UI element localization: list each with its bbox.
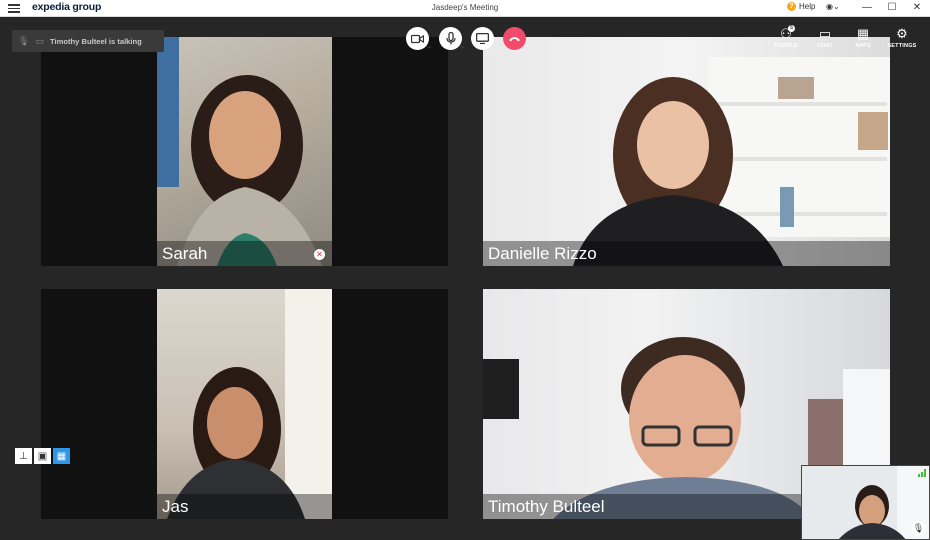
maximize-button[interactable]: ☐ bbox=[880, 0, 904, 17]
talking-indicator: 🎙 ▭ Timothy Bulteel is talking bbox=[12, 30, 164, 52]
apps-icon: ▦ bbox=[856, 26, 870, 41]
apps-label: APPS bbox=[855, 43, 871, 49]
gear-icon: ⚙ bbox=[896, 26, 908, 41]
participant-silhouette bbox=[167, 289, 332, 519]
camera-toggle-button[interactable]: ⌄ bbox=[406, 27, 432, 50]
screen-share-button[interactable] bbox=[471, 27, 494, 50]
help-icon: ? bbox=[787, 2, 796, 11]
video-camera-icon bbox=[411, 34, 424, 43]
settings-button[interactable]: ⚙ SETTINGS bbox=[885, 26, 919, 50]
people-icon: ⚇ bbox=[780, 26, 792, 41]
settings-label: SETTINGS bbox=[887, 43, 917, 49]
minimize-button[interactable]: — bbox=[855, 0, 879, 17]
chevron-down-icon[interactable]: ⌄ bbox=[460, 43, 465, 50]
camera-icon: ▭ bbox=[35, 35, 44, 46]
meeting-app: expedia group Jasdeep's Meeting ? Help ◉… bbox=[0, 0, 930, 540]
self-view[interactable]: 🎙 bbox=[801, 465, 930, 540]
self-mic-icon[interactable]: 🎙 bbox=[911, 521, 926, 536]
participant-tile-jas[interactable]: Jas bbox=[41, 289, 448, 519]
layout-hierarchy-button[interactable]: ⊥ bbox=[15, 448, 32, 464]
people-count-badge: 5 bbox=[788, 25, 795, 32]
hang-up-button[interactable] bbox=[503, 27, 526, 50]
hierarchy-icon: ⊥ bbox=[19, 450, 28, 462]
participant-name: Sarah bbox=[157, 241, 332, 266]
layout-switcher: ⊥ ▣ ▦ bbox=[15, 448, 70, 464]
account-menu[interactable]: ◉⌄ bbox=[826, 2, 840, 11]
video-feed bbox=[483, 37, 890, 266]
chevron-down-icon[interactable]: ⌄ bbox=[427, 43, 432, 50]
layout-speaker-button[interactable]: ▣ bbox=[34, 448, 51, 464]
title-bar: expedia group Jasdeep's Meeting ? Help ◉… bbox=[0, 0, 930, 17]
signal-strength-icon bbox=[918, 469, 926, 477]
person-icon: ▣ bbox=[37, 450, 48, 462]
people-label: PEOPLE bbox=[774, 43, 798, 49]
phone-hangup-icon bbox=[509, 37, 520, 42]
participant-silhouette bbox=[157, 37, 322, 266]
microphone-icon bbox=[445, 32, 456, 45]
participant-tile-danielle-rizzo[interactable]: Danielle Rizzo bbox=[483, 37, 890, 266]
video-feed bbox=[157, 289, 332, 519]
microphone-toggle-button[interactable]: ⌄ bbox=[439, 27, 465, 50]
monitor-icon bbox=[476, 33, 489, 44]
mic-icon: 🎙 bbox=[18, 35, 30, 46]
hamburger-menu-icon[interactable] bbox=[8, 2, 20, 14]
video-feed bbox=[157, 37, 332, 266]
people-button[interactable]: ⚇ 5 PEOPLE bbox=[769, 25, 803, 49]
participant-tile-sarah[interactable]: Sarah ✕ bbox=[41, 37, 448, 266]
video-stage: Sarah ✕ Danielle Rizzo Jas Timothy Bulte… bbox=[0, 17, 930, 540]
close-button[interactable]: ✕ bbox=[905, 0, 929, 17]
account-icon: ◉ bbox=[826, 2, 833, 11]
participant-name: Danielle Rizzo bbox=[483, 241, 890, 266]
chat-icon: ▭ bbox=[818, 26, 832, 41]
layout-grid-button[interactable]: ▦ bbox=[53, 448, 70, 464]
grid-icon: ▦ bbox=[56, 450, 67, 462]
help-button[interactable]: ? Help bbox=[787, 2, 815, 11]
participant-silhouette bbox=[573, 57, 890, 266]
participant-name: Jas bbox=[157, 494, 332, 519]
chevron-down-icon: ⌄ bbox=[832, 2, 840, 11]
apps-button[interactable]: ▦ APPS bbox=[846, 26, 880, 50]
talking-text: Timothy Bulteel is talking bbox=[49, 36, 142, 46]
brand-logo: expedia group bbox=[32, 1, 102, 13]
chat-button[interactable]: ▭ CHAT bbox=[808, 26, 842, 50]
help-label: Help bbox=[799, 2, 816, 11]
chat-label: CHAT bbox=[817, 43, 833, 49]
muted-mic-icon: ✕ bbox=[314, 249, 325, 260]
